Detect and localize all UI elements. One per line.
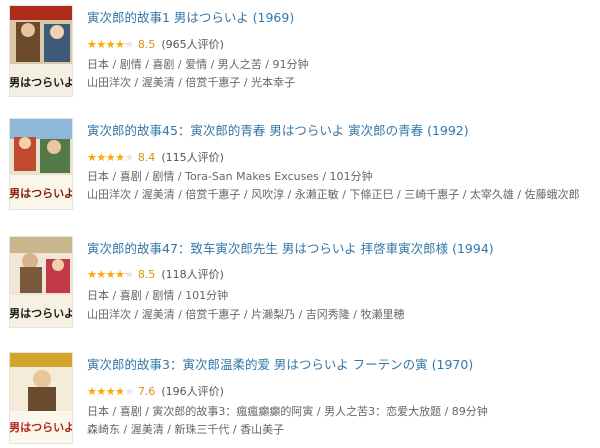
movie-title-link[interactable]: 寅次郎的故事47：致车寅次郎先生 男はつらいよ 拝啓車寅次郎様 (1994)	[87, 241, 494, 257]
rating-row: ★★★★★★★★★★7.6 (196人评价)	[87, 385, 224, 399]
rating-score: 8.5	[137, 268, 156, 281]
rating-row: ★★★★★★★★★★8.5 (965人评价)	[87, 38, 224, 52]
poster-title-text: 男はつらいよ	[10, 421, 73, 434]
star-rating-icon: ★★★★★★★★★★	[87, 38, 134, 51]
poster-image: 男はつらいよ	[10, 237, 73, 327]
vote-count: (965人评价)	[161, 38, 224, 51]
rating-row: ★★★★★★★★★★8.4 (115人评价)	[87, 151, 224, 165]
star-rating-icon: ★★★★★★★★★★	[87, 151, 134, 164]
vote-count: (118人评价)	[161, 268, 224, 281]
movie-title-link[interactable]: 寅次郎的故事45：寅次郎的青春 男はつらいよ 寅次郎の青春 (1992)	[87, 123, 469, 139]
poster-image: 男はつらいよ	[10, 353, 73, 443]
movie-cast: 山田洋次 / 渥美清 / 倍赏千惠子 / 片濑梨乃 / 吉冈秀隆 / 牧濑里穂	[87, 308, 405, 321]
star-rating-icon: ★★★★★★★★★★	[87, 268, 134, 281]
rating-score: 8.5	[137, 38, 156, 51]
movie-cast: 山田洋次 / 渥美清 / 倍赏千惠子 / 光本幸子	[87, 76, 296, 89]
vote-count: (115人评价)	[161, 151, 224, 164]
poster-title-text: 男はつらいよ	[10, 307, 73, 320]
movie-cast: 森崎东 / 渥美清 / 新珠三千代 / 香山美子	[87, 423, 285, 436]
movie-cast: 山田洋次 / 渥美清 / 倍赏千惠子 / 风吹淳 / 永濑正敏 / 下條正巳 /…	[87, 188, 580, 201]
poster-title-text: 男はつらいよ	[10, 187, 73, 200]
movie-tags: 日本 / 喜剧 / 寅次郎的故事3：瘋瘋癲癲的阿寅 / 男人之苦3：恋爱大放题 …	[87, 405, 488, 418]
star-rating-icon: ★★★★★★★★★★	[87, 385, 134, 398]
rating-score: 8.4	[137, 151, 156, 164]
rating-score: 7.6	[137, 385, 156, 398]
movie-poster[interactable]: 男はつらいよ	[9, 118, 73, 210]
poster-image: 男はつらいよ	[10, 6, 73, 96]
movie-tags: 日本 / 剧情 / 喜剧 / 爱情 / 男人之苦 / 91分钟	[87, 58, 309, 71]
movie-poster[interactable]: 男はつらいよ	[9, 352, 73, 444]
poster-title-text: 男はつらいよ	[10, 76, 73, 89]
movie-poster[interactable]: 男はつらいよ	[9, 5, 73, 97]
poster-image: 男はつらいよ	[10, 119, 73, 209]
movie-tags: 日本 / 喜剧 / 剧情 / Tora-San Makes Excuses / …	[87, 170, 373, 183]
movie-tags: 日本 / 喜剧 / 剧情 / 101分钟	[87, 289, 229, 302]
movie-title-link[interactable]: 寅次郎的故事3：寅次郎温柔的爱 男はつらいよ フーテンの寅 (1970)	[87, 357, 473, 373]
vote-count: (196人评价)	[161, 385, 224, 398]
rating-row: ★★★★★★★★★★8.5 (118人评价)	[87, 268, 224, 282]
movie-poster[interactable]: 男はつらいよ	[9, 236, 73, 328]
movie-title-link[interactable]: 寅次郎的故事1 男はつらいよ (1969)	[87, 10, 294, 26]
